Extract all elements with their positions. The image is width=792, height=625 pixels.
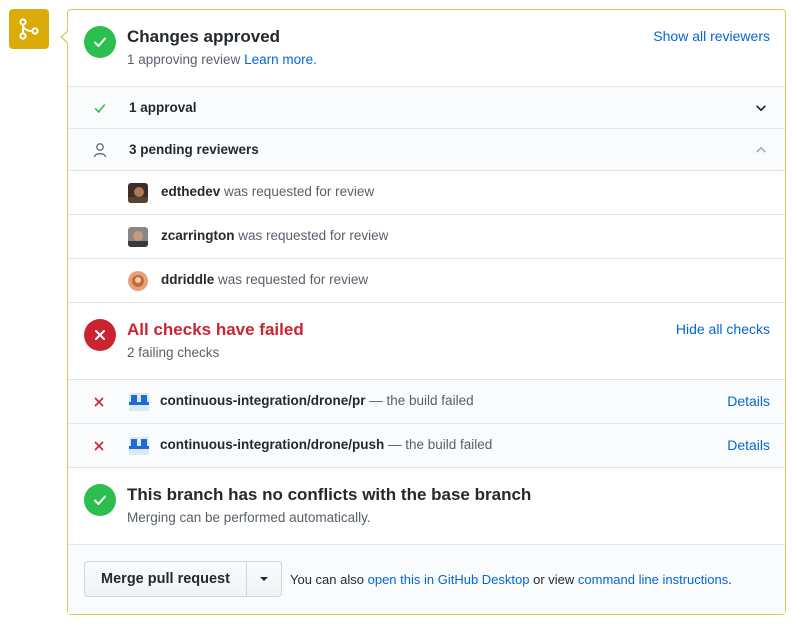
reviewer-name[interactable]: ddriddle — [161, 272, 214, 287]
merge-status-badge — [9, 9, 49, 49]
checks-status-subtitle: 2 failing checks — [127, 345, 220, 360]
check-row: continuous-integration/drone/push — the … — [68, 424, 785, 468]
avatar[interactable] — [128, 227, 148, 247]
review-status-subtitle: 1 approving review Learn more. — [127, 52, 317, 67]
avatar[interactable] — [128, 183, 148, 203]
failed-status-circle — [84, 319, 116, 351]
reviewer-item: zcarrington was requested for review — [68, 215, 785, 259]
open-in-desktop-link[interactable]: open this in GitHub Desktop — [368, 572, 530, 587]
failed-x-icon — [94, 441, 104, 451]
check-name: continuous-integration/drone/push — [160, 437, 385, 452]
approvals-label: 1 approval — [129, 100, 197, 115]
check-row: continuous-integration/drone/pr — the bu… — [68, 380, 785, 424]
approvals-row[interactable]: 1 approval — [68, 87, 785, 129]
chevron-up-icon[interactable] — [753, 142, 769, 158]
no-conflicts-status-circle — [84, 484, 116, 516]
check-details-link[interactable]: Details — [727, 393, 770, 409]
check-details-link[interactable]: Details — [727, 437, 770, 453]
conflicts-status-title: This branch has no conflicts with the ba… — [127, 485, 532, 504]
approval-check-icon — [92, 100, 108, 116]
conflicts-status-subtitle: Merging can be performed automatically. — [127, 510, 371, 525]
drone-icon — [129, 437, 149, 455]
reviewer-name[interactable]: zcarrington — [161, 228, 235, 243]
reviewer-name[interactable]: edthedev — [161, 184, 220, 199]
pending-reviewers-row[interactable]: 3 pending reviewers — [68, 129, 785, 171]
check-status: — the build failed — [369, 393, 474, 408]
check-name: continuous-integration/drone/pr — [160, 393, 366, 408]
conflicts-status-section: This branch has no conflicts with the ba… — [68, 468, 785, 545]
caret-down-icon — [260, 577, 268, 581]
approved-status-circle — [84, 26, 116, 58]
review-status-section: Changes approved 1 approving review Lear… — [68, 10, 785, 87]
checks-status-section: All checks have failed 2 failing checks … — [68, 303, 785, 380]
show-all-reviewers-link[interactable]: Show all reviewers — [653, 28, 770, 44]
checks-status-title: All checks have failed — [127, 320, 304, 339]
person-icon — [92, 142, 108, 158]
reviewer-item: edthedev was requested for review — [68, 171, 785, 215]
command-line-instructions-link[interactable]: command line instructions — [578, 572, 728, 587]
merge-method-dropdown-button[interactable] — [247, 561, 282, 597]
merge-box: Changes approved 1 approving review Lear… — [60, 9, 786, 615]
merge-alternatives-text: You can also open this in GitHub Desktop… — [290, 572, 732, 587]
reviewer-status: was requested for review — [224, 184, 375, 199]
merge-section: Merge pull request You can also open thi… — [68, 545, 785, 614]
drone-icon — [129, 393, 149, 411]
reviewer-status: was requested for review — [238, 228, 389, 243]
hide-all-checks-link[interactable]: Hide all checks — [676, 321, 770, 337]
failed-x-icon — [94, 397, 104, 407]
check-status: — the build failed — [388, 437, 493, 452]
chevron-down-icon[interactable] — [753, 100, 769, 116]
merge-button-group: Merge pull request — [84, 561, 282, 597]
reviewer-status: was requested for review — [218, 272, 369, 287]
check-icon — [94, 37, 106, 47]
learn-more-link[interactable]: Learn more. — [244, 52, 317, 67]
merge-pull-request-button[interactable]: Merge pull request — [84, 561, 247, 597]
reviewer-item: ddriddle was requested for review — [68, 259, 785, 303]
git-merge-icon — [19, 18, 39, 40]
review-status-title: Changes approved — [127, 27, 281, 46]
check-icon — [94, 495, 106, 505]
pending-reviewers-label: 3 pending reviewers — [129, 142, 259, 157]
x-icon — [95, 330, 105, 340]
avatar[interactable] — [128, 271, 148, 291]
approving-review-count: 1 approving review — [127, 52, 241, 67]
